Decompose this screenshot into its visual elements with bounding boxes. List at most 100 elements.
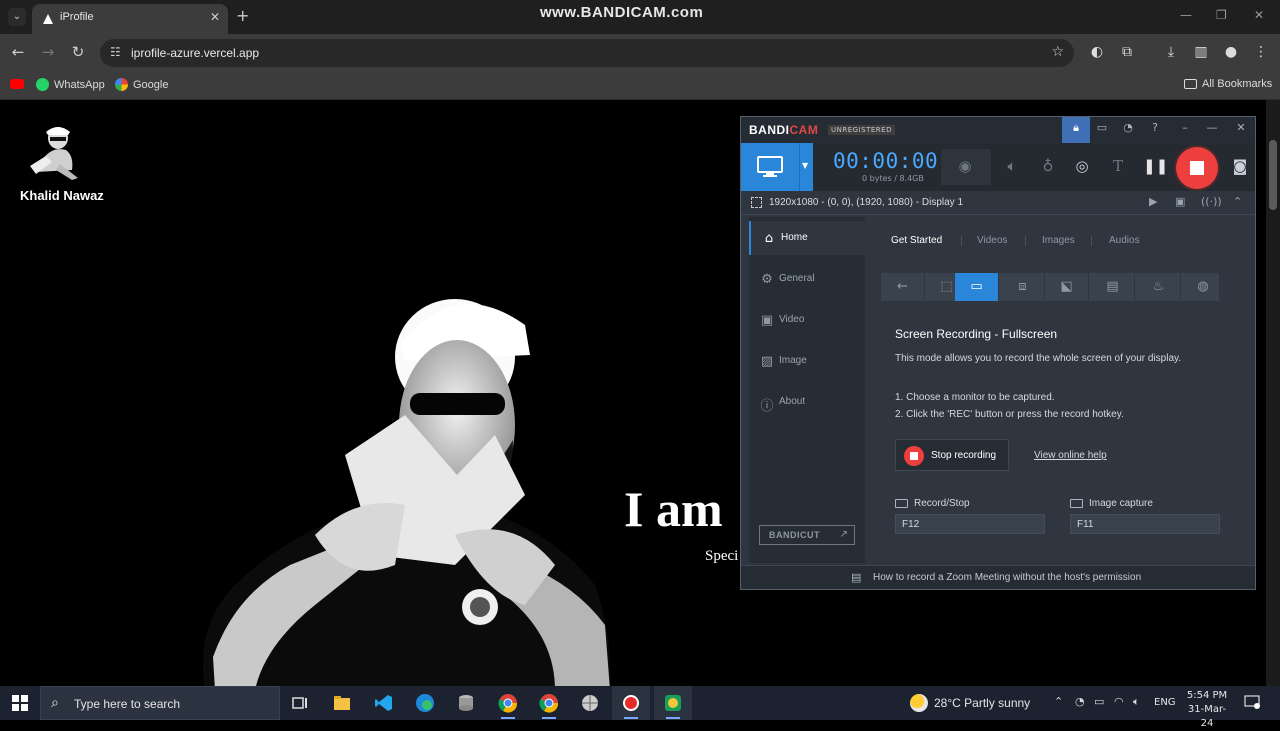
- bandicam-titlebar[interactable]: BANDICAM UNREGISTERED 🔒︎ ▭ ◔ ? – — ✕: [741, 117, 1255, 143]
- hdmi-device-icon[interactable]: ▤: [1091, 273, 1135, 301]
- maximize-icon[interactable]: ❐: [1216, 8, 1227, 22]
- vscode-icon[interactable]: [365, 686, 403, 720]
- notifications-icon[interactable]: [1244, 695, 1260, 709]
- help-icon[interactable]: ?: [1145, 121, 1165, 134]
- show-hidden-icons-icon[interactable]: ⌃: [1054, 695, 1063, 708]
- image-capture-hotkey-label: Image capture: [1070, 498, 1153, 509]
- tab-images[interactable]: Images: [1042, 235, 1075, 246]
- window-close-icon[interactable]: ✕: [1254, 8, 1264, 22]
- clock-icon[interactable]: ◔: [1118, 121, 1138, 134]
- sidebar-item-general[interactable]: ⚙ General: [749, 262, 865, 296]
- bandicam-minimize-icon[interactable]: –: [1175, 121, 1195, 134]
- database-app-icon[interactable]: [447, 686, 485, 720]
- taskbar-search-box[interactable]: ⌕ Type here to search: [40, 686, 280, 720]
- sidebar-item-home[interactable]: ⌂ Home: [749, 221, 865, 255]
- audio-only-icon[interactable]: ◍: [1181, 273, 1225, 301]
- scrollbar-thumb[interactable]: [1269, 140, 1277, 210]
- file-explorer-icon[interactable]: [323, 686, 361, 720]
- pause-icon[interactable]: ❚❚: [1143, 157, 1168, 175]
- fullscreen-mode-icon[interactable]: ▭: [955, 273, 999, 301]
- game-controller-icon[interactable]: ♨: [1137, 273, 1181, 301]
- bandicam-taskbar-icon[interactable]: [612, 686, 650, 720]
- youtube-bookmark-icon[interactable]: [10, 79, 24, 89]
- app-globe-icon[interactable]: [571, 686, 609, 720]
- speaker-icon[interactable]: 🔈︎: [1001, 157, 1023, 175]
- browser-tab-iprofile[interactable]: iProfile ✕: [32, 4, 228, 34]
- bandicut-button[interactable]: BANDICUT ↗: [759, 525, 855, 545]
- language-indicator[interactable]: ENG: [1154, 697, 1176, 708]
- forward-icon[interactable]: →: [38, 43, 58, 61]
- around-mouse-icon[interactable]: ⬕: [1045, 273, 1089, 301]
- extensions-puzzle-icon[interactable]: ⧉: [1118, 44, 1136, 60]
- bandicam-maximize-icon[interactable]: —: [1202, 121, 1222, 134]
- clock[interactable]: 5:54 PM 31-Mar-24: [1186, 689, 1228, 731]
- side-panel-icon[interactable]: ▥: [1192, 44, 1210, 60]
- edge-icon[interactable]: [406, 686, 444, 720]
- tab-audios[interactable]: Audios: [1109, 235, 1140, 246]
- video-output-icon[interactable]: ▶: [1149, 195, 1157, 208]
- image-output-icon[interactable]: ▣: [1175, 195, 1185, 208]
- bookmark-google[interactable]: Google: [115, 78, 168, 91]
- sidebar-item-about[interactable]: ⓘ About: [749, 385, 865, 419]
- new-tab-button[interactable]: +: [236, 6, 249, 25]
- tab-videos[interactable]: Videos: [977, 235, 1007, 246]
- recording-mode-button[interactable]: ▼: [741, 143, 813, 191]
- site-info-icon[interactable]: ☷: [110, 45, 121, 59]
- bookmark-star-icon[interactable]: ☆: [1051, 44, 1064, 60]
- extension-icon[interactable]: ◐: [1088, 44, 1106, 60]
- weather-widget[interactable]: 28°C Partly sunny: [910, 694, 1030, 712]
- tray-app-icon[interactable]: ◔: [1075, 695, 1085, 708]
- security-app-icon[interactable]: [654, 686, 692, 720]
- record-stop-hotkey-field[interactable]: F12: [895, 514, 1045, 534]
- sidebar-item-label: Home: [781, 232, 808, 243]
- hero-subheading: Speci: [705, 548, 739, 564]
- volume-icon[interactable]: 🔈︎: [1133, 695, 1140, 709]
- address-bar[interactable]: ☷ iprofile-azure.vercel.app ☆: [100, 39, 1074, 67]
- mode-dropdown-icon[interactable]: ▼: [802, 161, 808, 170]
- stop-record-button[interactable]: [1176, 147, 1218, 189]
- back-arrow-icon[interactable]: ←: [881, 273, 925, 301]
- bandicam-logo: BANDICAM: [749, 123, 819, 137]
- screenshot-camera-icon[interactable]: ◙: [1229, 157, 1251, 175]
- tab-get-started[interactable]: Get Started: [891, 235, 942, 246]
- select-area-icon[interactable]: [751, 197, 762, 208]
- back-icon[interactable]: ←: [8, 43, 28, 61]
- external-link-icon: ↗: [839, 529, 848, 540]
- download-icon[interactable]: ⤓: [1162, 44, 1180, 60]
- tab-close-icon[interactable]: ✕: [210, 10, 220, 24]
- logo-name: Khalid Nawaz: [20, 188, 104, 203]
- task-view-icon[interactable]: [281, 686, 319, 720]
- chrome-icon[interactable]: [489, 686, 527, 720]
- battery-icon[interactable]: ▭: [1094, 695, 1104, 708]
- text-overlay-icon[interactable]: T: [1107, 157, 1129, 175]
- bandicam-close-icon[interactable]: ✕: [1231, 121, 1251, 134]
- info-icon: ⓘ: [760, 399, 774, 414]
- view-online-help-link[interactable]: View online help: [1034, 450, 1107, 461]
- microphone-icon[interactable]: ♁: [1037, 157, 1059, 175]
- wifi-icon[interactable]: ◠: [1114, 695, 1124, 708]
- tab-search-chevron-icon[interactable]: ⌄: [8, 8, 26, 26]
- footer-tip-text[interactable]: How to record a Zoom Meeting without the…: [873, 572, 1141, 583]
- collapse-icon[interactable]: ⌃: [1233, 195, 1242, 208]
- page-scrollbar[interactable]: [1266, 100, 1280, 686]
- window-lock-icon[interactable]: ⧈: [1001, 273, 1045, 301]
- windows-start-icon[interactable]: [12, 695, 28, 711]
- record-stop-hotkey-label: Record/Stop: [895, 498, 970, 509]
- reload-icon[interactable]: ↻: [68, 43, 88, 61]
- bandicam-footer[interactable]: ▤ How to record a Zoom Meeting without t…: [741, 565, 1255, 589]
- all-bookmarks-button[interactable]: All Bookmarks: [1184, 78, 1272, 90]
- stop-recording-button[interactable]: Stop recording: [895, 439, 1009, 471]
- chrome-profile-icon[interactable]: [530, 686, 568, 720]
- bookmark-whatsapp[interactable]: WhatsApp: [36, 78, 105, 91]
- menu-kebab-icon[interactable]: ⋮: [1252, 44, 1270, 60]
- sidebar-item-video[interactable]: ▣ Video: [749, 303, 865, 337]
- sidebar-item-image[interactable]: ▨ Image: [749, 344, 865, 378]
- profile-logo[interactable]: [22, 120, 84, 182]
- profile-avatar-icon[interactable]: ●: [1222, 44, 1240, 60]
- audio-output-icon[interactable]: ((·)): [1201, 195, 1222, 208]
- bookmark-label: WhatsApp: [54, 78, 105, 91]
- cursor-click-icon[interactable]: ◎: [1071, 157, 1093, 175]
- folder-icon[interactable]: ▭: [1092, 121, 1112, 134]
- image-capture-hotkey-field[interactable]: F11: [1070, 514, 1220, 534]
- minimize-icon[interactable]: —: [1180, 8, 1192, 22]
